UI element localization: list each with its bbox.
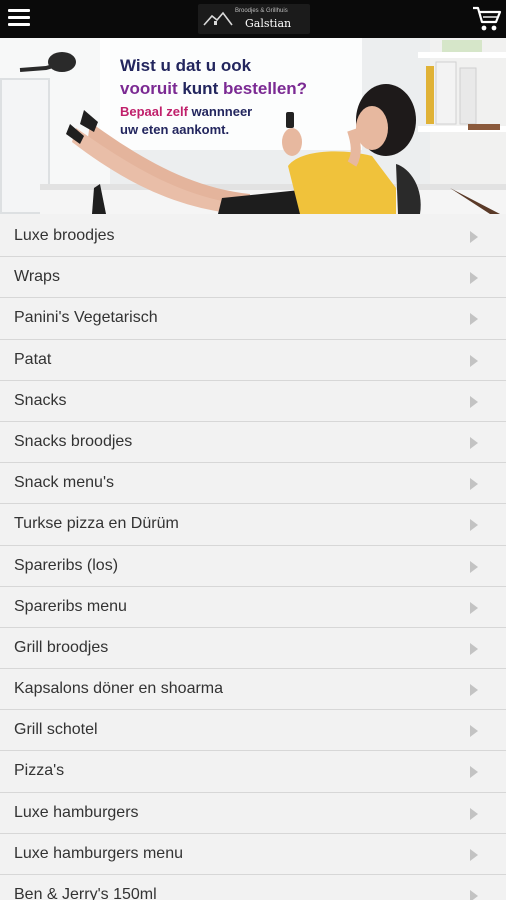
logo-name: Galstian — [245, 17, 292, 30]
category-label: Wraps — [14, 268, 60, 286]
banner-headline-line1: Wist u dat u ook — [120, 56, 252, 75]
banner-subline-2: uw eten aankomt. — [120, 122, 230, 137]
promo-banner[interactable]: Wist u dat u ook vooruit kunt bestellen?… — [0, 38, 506, 214]
category-row[interactable]: Snack menu's — [0, 463, 506, 505]
category-row[interactable]: Ben & Jerry's 150ml — [0, 875, 506, 900]
category-label: Luxe hamburgers — [14, 803, 139, 821]
chevron-right-icon — [470, 725, 478, 738]
category-row[interactable]: Luxe hamburgers menu — [0, 833, 506, 875]
chevron-right-icon — [470, 395, 478, 408]
chevron-right-icon — [470, 313, 478, 326]
logo-tagline: Broodjes & Grillhuis — [235, 8, 288, 14]
category-label: Turkse pizza en Dürüm — [14, 515, 179, 533]
category-row[interactable]: Snacks broodjes — [0, 421, 506, 464]
category-row[interactable]: Grill schotel — [0, 710, 506, 752]
category-label: Grill schotel — [14, 721, 98, 739]
chevron-right-icon — [470, 354, 478, 367]
category-row[interactable]: Pizza's — [0, 751, 506, 793]
category-row[interactable]: Spareribs menu — [0, 586, 506, 628]
chevron-right-icon — [470, 601, 478, 614]
category-label: Panini's Vegetarisch — [14, 309, 158, 327]
category-row[interactable]: Grill broodjes — [0, 627, 506, 670]
chevron-right-icon — [470, 890, 478, 900]
category-label: Kapsalons döner en shoarma — [14, 680, 224, 698]
category-row[interactable]: Wraps — [0, 257, 506, 299]
hamburger-menu-icon[interactable] — [8, 9, 32, 29]
chevron-right-icon — [470, 519, 478, 532]
category-label: Grill broodjes — [14, 638, 109, 656]
chevron-right-icon — [470, 766, 478, 779]
banner-word-bestellen: bestellen? — [222, 79, 308, 98]
chevron-right-icon — [470, 231, 478, 243]
category-row[interactable]: Snacks — [0, 380, 506, 422]
banner-headline-line2: vooruit kunt bestellen? — [120, 79, 307, 99]
banner-word-wannneer: wannneer — [191, 104, 253, 119]
house-logo-icon — [203, 11, 233, 26]
category-row[interactable]: Turkse pizza en Dürüm — [0, 504, 506, 546]
category-label: Spareribs (los) — [14, 556, 119, 574]
category-row[interactable]: Patat — [0, 339, 506, 381]
chevron-right-icon — [470, 807, 478, 820]
category-label: Luxe hamburgers menu — [14, 844, 183, 862]
chevron-right-icon — [470, 848, 478, 861]
shopping-cart-icon[interactable] — [472, 5, 502, 33]
banner-word-kunt: kunt — [182, 79, 219, 98]
banner-word-vooruit: vooruit — [120, 79, 178, 98]
category-list: Luxe broodjes Wraps Panini's Vegetarisch Pa… — [0, 216, 506, 900]
chevron-right-icon — [470, 436, 478, 449]
banner-phrase-bepaal-zelf: Bepaal zelf — [120, 104, 188, 119]
category-row[interactable]: Luxe broodjes — [0, 216, 506, 258]
category-row[interactable]: Kapsalons döner en shoarma — [0, 669, 506, 711]
restaurant-logo[interactable]: Broodjes & Grillhuis Galstian — [198, 4, 310, 34]
category-label: Patat — [14, 350, 52, 368]
banner-photo-illustration — [0, 38, 506, 214]
category-row[interactable]: Spareribs (los) — [0, 545, 506, 587]
category-label: Snack menu's — [14, 474, 114, 492]
category-label: Pizza's — [14, 762, 65, 780]
category-label: Snacks broodjes — [14, 432, 133, 450]
chevron-right-icon — [470, 478, 478, 491]
category-row[interactable]: Luxe hamburgers — [0, 792, 506, 834]
chevron-right-icon — [470, 642, 478, 655]
banner-subline-1: Bepaal zelf wannneer — [120, 104, 252, 119]
category-label: Luxe broodjes — [14, 227, 115, 244]
chevron-right-icon — [470, 684, 478, 697]
category-label: Snacks — [14, 391, 67, 409]
top-app-bar: Broodjes & Grillhuis Galstian — [0, 0, 506, 38]
category-label: Spareribs menu — [14, 597, 127, 615]
category-row[interactable]: Panini's Vegetarisch — [0, 298, 506, 340]
category-label: Ben & Jerry's 150ml — [14, 886, 157, 900]
chevron-right-icon — [470, 272, 478, 285]
chevron-right-icon — [470, 560, 478, 573]
